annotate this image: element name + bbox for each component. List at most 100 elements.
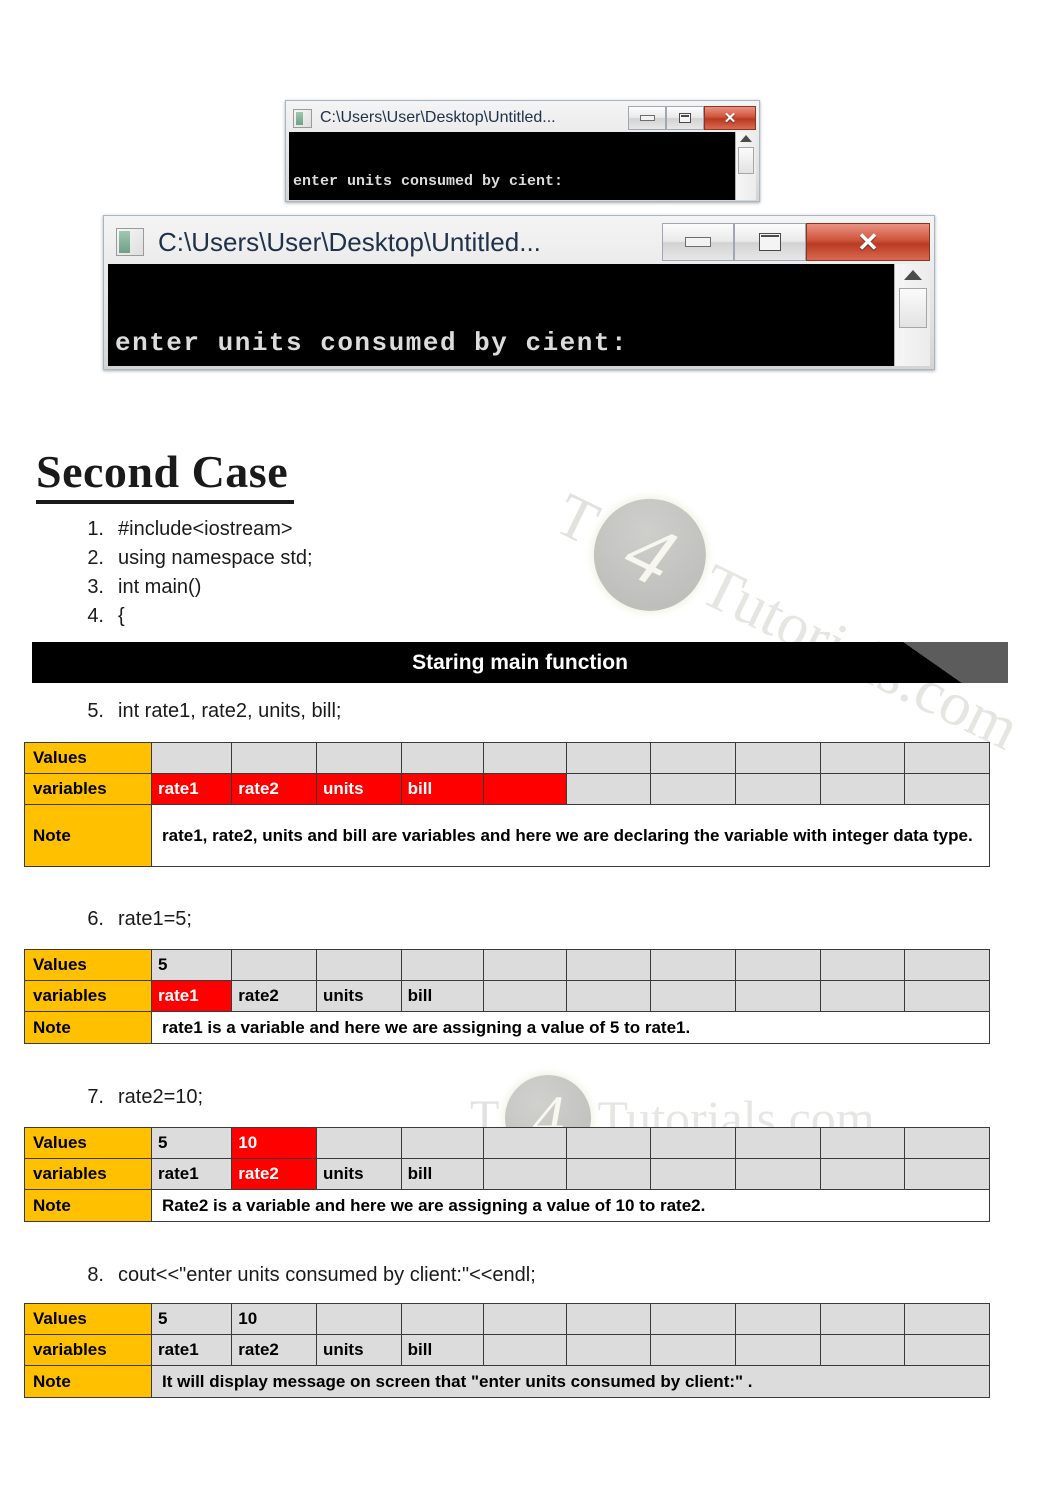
values-table-step-5: Values variables rate1 rate2 units bill … <box>23 742 990 867</box>
variable-cell <box>650 1334 736 1366</box>
watermark-digit: 4 <box>574 479 725 630</box>
variable-cell <box>565 1334 652 1366</box>
table-row-note: Note rate1, rate2, units and bill are va… <box>23 804 990 867</box>
value-cell <box>483 742 567 774</box>
value-cell <box>231 949 317 981</box>
close-button[interactable]: ✕ <box>704 106 756 130</box>
value-cell <box>400 742 485 774</box>
console-window-2-body: enter units consumed by cient: 7 totoal … <box>108 264 930 366</box>
watermark-t4tutorials: T 4 Tutorials.com <box>535 461 1039 783</box>
code-text: using namespace std; <box>118 547 313 569</box>
value-cell: 5 <box>151 1303 233 1335</box>
variable-cell: bill <box>400 980 485 1012</box>
scrollbar-thumb[interactable] <box>898 288 927 328</box>
variable-cell <box>650 980 736 1012</box>
value-cell <box>734 1127 821 1159</box>
code-list-item: 1. #include<iostream> <box>70 515 313 544</box>
step-7-code: 7. rate2=10; <box>70 1086 203 1109</box>
console-window-2[interactable]: C:\Users\User\Desktop\Untitled... ✕ ente… <box>103 215 935 370</box>
value-cell <box>400 949 485 981</box>
table-row-note: Note It will display message on screen t… <box>23 1365 990 1398</box>
value-cell <box>400 1303 485 1335</box>
code-text: int rate1, rate2, units, bill; <box>118 700 342 722</box>
value-cell <box>650 742 736 774</box>
note-text: rate1 is a variable and here we are assi… <box>151 1011 990 1044</box>
close-button[interactable]: ✕ <box>806 223 930 261</box>
value-cell <box>565 742 652 774</box>
value-cell <box>650 1303 736 1335</box>
code-list-item: 3. int main() <box>70 573 313 602</box>
value-cell: 5 <box>151 949 233 981</box>
step-8-code: 8. cout<<"enter units consumed by client… <box>70 1264 536 1287</box>
values-table-step-8: Values 5 10 variables rate1 rate2 units … <box>23 1303 990 1398</box>
variable-cell: bill <box>400 1334 485 1366</box>
table-row-values: Values <box>23 742 990 774</box>
value-cell <box>483 1127 567 1159</box>
scrollbar-thumb[interactable] <box>738 147 754 174</box>
console-scrollbar-2[interactable] <box>894 264 930 366</box>
value-cell <box>400 1127 485 1159</box>
row-label-values: Values <box>23 949 153 981</box>
minimize-button[interactable] <box>628 106 666 130</box>
row-label-values: Values <box>23 1303 153 1335</box>
note-text: It will display message on screen that "… <box>151 1365 990 1398</box>
table-row-note: Note Rate2 is a variable and here we are… <box>23 1189 990 1222</box>
code-number: 8. <box>87 1264 104 1286</box>
scroll-up-arrow-icon[interactable] <box>740 135 752 142</box>
note-text: Rate2 is a variable and here we are assi… <box>151 1189 990 1222</box>
code-number: 4. <box>87 605 104 627</box>
code-list-top: 1. #include<iostream> 2. using namespace… <box>70 515 313 631</box>
variable-cell <box>819 1158 906 1190</box>
variable-cell: rate2 <box>231 1158 317 1190</box>
variable-cell <box>904 773 990 805</box>
variable-cell <box>483 1334 567 1366</box>
section-banner: Staring main function <box>32 642 1008 683</box>
row-label-variables: variables <box>23 773 153 805</box>
value-cell <box>315 1303 402 1335</box>
variable-cell: rate2 <box>231 1334 317 1366</box>
console-window-2-titlebar[interactable]: C:\Users\User\Desktop\Untitled... ✕ <box>108 220 930 264</box>
value-cell <box>483 949 567 981</box>
console-window-1[interactable]: C:\Users\User\Desktop\Untitled... ✕ ente… <box>285 100 760 202</box>
step-5-code: 5. int rate1, rate2, units, bill; <box>70 700 341 723</box>
row-label-variables: variables <box>23 1334 153 1366</box>
table-row-variables: variables rate1 rate2 units bill <box>23 1334 990 1366</box>
value-cell <box>151 742 233 774</box>
row-label-values: Values <box>23 1127 153 1159</box>
row-label-values: Values <box>23 742 153 774</box>
value-cell <box>904 742 990 774</box>
variable-cell: rate1 <box>151 980 233 1012</box>
variable-cell: bill <box>400 1158 485 1190</box>
maximize-button[interactable] <box>734 223 806 261</box>
value-cell <box>650 949 736 981</box>
minimize-button[interactable] <box>662 223 734 261</box>
value-cell <box>231 742 317 774</box>
value-cell <box>315 949 402 981</box>
value-cell <box>904 1127 990 1159</box>
console-window-1-controls[interactable]: ✕ <box>628 106 756 130</box>
variable-cell: rate1 <box>151 773 233 805</box>
console-window-1-titlebar[interactable]: C:\Users\User\Desktop\Untitled... ✕ <box>289 104 756 132</box>
console-app-icon <box>293 108 312 128</box>
scroll-up-arrow-icon[interactable] <box>903 270 922 280</box>
page-title: Second Case <box>36 445 294 504</box>
value-cell <box>565 949 652 981</box>
value-cell: 10 <box>231 1127 317 1159</box>
maximize-button[interactable] <box>666 106 704 130</box>
variable-cell: units <box>315 1158 402 1190</box>
code-number: 5. <box>87 700 104 722</box>
variable-cell <box>734 980 821 1012</box>
variable-cell <box>483 980 567 1012</box>
code-text: rate1=5; <box>118 908 192 930</box>
variable-cell <box>734 1334 821 1366</box>
code-text: cout<<"enter units consumed by client:"<… <box>118 1264 536 1286</box>
console-scrollbar-1[interactable] <box>735 132 756 200</box>
table-row-note: Note rate1 is a variable and here we are… <box>23 1011 990 1044</box>
value-cell <box>315 742 402 774</box>
variable-cell <box>819 980 906 1012</box>
values-table-step-7: Values 5 10 variables rate1 rate2 units … <box>23 1127 990 1222</box>
variable-cell: bill <box>400 773 485 805</box>
value-cell <box>315 1127 402 1159</box>
console-window-2-controls[interactable]: ✕ <box>662 223 930 261</box>
value-cell <box>904 1303 990 1335</box>
